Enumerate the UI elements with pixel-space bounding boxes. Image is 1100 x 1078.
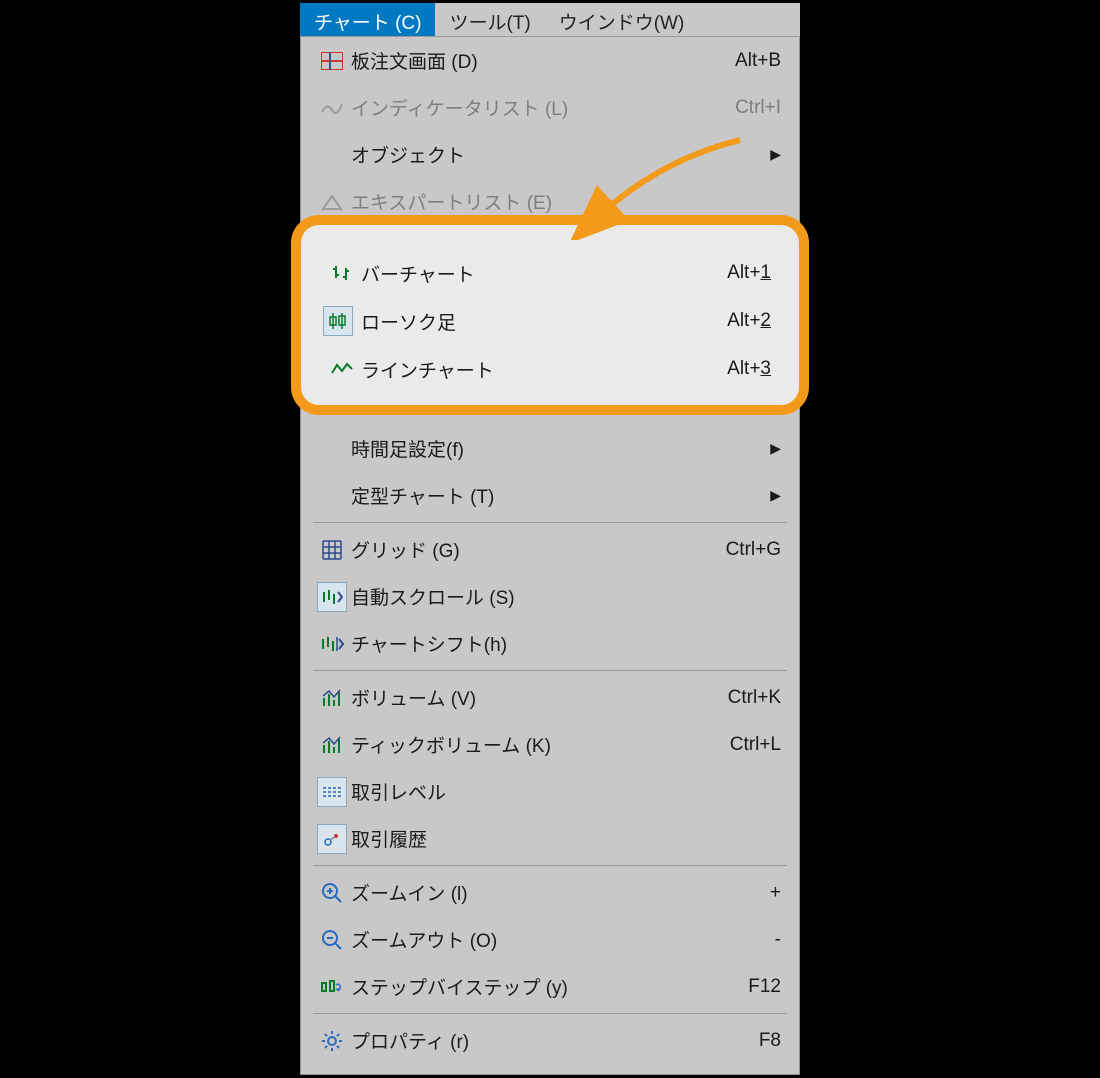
menu-tickvolume[interactable]: ティックボリューム (K) Ctrl+L xyxy=(301,721,799,768)
menu-label: グリッド (G) xyxy=(351,536,726,563)
menu-separator xyxy=(313,522,787,523)
menu-shortcut: - xyxy=(775,929,781,951)
menu-shortcut: Alt+2 xyxy=(727,310,771,332)
stepbystep-icon xyxy=(313,977,351,997)
menu-grid[interactable]: グリッド (G) Ctrl+G xyxy=(301,526,799,573)
chart-menu: 板注文画面 (D) Alt+B インディケータリスト (L) Ctrl+I オブ… xyxy=(300,37,800,1075)
indicator-icon xyxy=(313,100,351,116)
menu-zoomin[interactable]: ズームイン (l) + xyxy=(301,869,799,916)
menu-shortcut: Ctrl+G xyxy=(726,539,781,561)
menu-label: チャートシフト(h) xyxy=(351,630,781,657)
menu-shortcut: Alt+3 xyxy=(727,358,771,380)
menu-label: 取引履歴 xyxy=(351,825,781,852)
zoomout-icon xyxy=(313,929,351,951)
submenu-arrow-icon: ▶ xyxy=(770,487,781,504)
highlight-annotation: バーチャート Alt+1 ローソク足 Alt+2 ラインチャート Alt+3 xyxy=(291,215,809,415)
expert-icon xyxy=(313,193,351,211)
menu-shortcut: F8 xyxy=(759,1030,781,1052)
menu-label: 時間足設定(f) xyxy=(351,435,770,462)
menu-label: 板注文画面 (D) xyxy=(351,47,735,74)
menu-label: インディケータリスト (L) xyxy=(351,94,735,121)
menubar: チャート (C) ツール(T) ウインドウ(W) xyxy=(300,3,800,37)
gear-icon xyxy=(313,1030,351,1052)
chartshift-icon xyxy=(313,635,351,653)
menu-label: バーチャート xyxy=(361,260,727,287)
line-chart-icon xyxy=(323,361,361,377)
menu-zoomout[interactable]: ズームアウト (O) - xyxy=(301,916,799,963)
volume-icon xyxy=(313,688,351,708)
menu-tradehistory[interactable]: 取引履歴 xyxy=(301,815,799,862)
menu-board-order[interactable]: 板注文画面 (D) Alt+B xyxy=(301,37,799,84)
bar-chart-icon xyxy=(323,263,361,283)
menu-label: ズームアウト (O) xyxy=(351,926,775,953)
menu-indicator-list: インディケータリスト (L) Ctrl+I xyxy=(301,84,799,131)
menu-shortcut: Ctrl+K xyxy=(728,687,781,709)
menu-label: 定型チャート (T) xyxy=(351,482,770,509)
menu-timeframe[interactable]: 時間足設定(f) ▶ xyxy=(301,425,799,472)
menu-label: ステップバイステップ (y) xyxy=(351,973,748,1000)
menu-shortcut: Ctrl+I xyxy=(735,97,781,119)
menubar-window[interactable]: ウインドウ(W) xyxy=(545,3,699,36)
submenu-arrow-icon: ▶ xyxy=(770,440,781,457)
menu-label: ティックボリューム (K) xyxy=(351,731,730,758)
menu-label: ボリューム (V) xyxy=(351,684,728,711)
menu-bar-chart[interactable]: バーチャート Alt+1 xyxy=(311,249,789,297)
menu-label: オブジェクト xyxy=(351,141,770,168)
menu-line-chart[interactable]: ラインチャート Alt+3 xyxy=(311,345,789,393)
menu-shortcut: Alt+B xyxy=(735,50,781,72)
menu-candle[interactable]: ローソク足 Alt+2 xyxy=(311,297,789,345)
menubar-chart[interactable]: チャート (C) xyxy=(300,3,435,36)
menu-label: ローソク足 xyxy=(361,308,727,335)
menu-object[interactable]: オブジェクト ▶ xyxy=(301,131,799,178)
menu-stepbystep[interactable]: ステップバイステップ (y) F12 xyxy=(301,963,799,1010)
menu-shortcut: + xyxy=(770,882,781,904)
menubar-tool[interactable]: ツール(T) xyxy=(435,3,544,36)
grid-icon xyxy=(313,539,351,561)
tickvolume-icon xyxy=(313,735,351,755)
zoomin-icon xyxy=(313,882,351,904)
menu-chartshift[interactable]: チャートシフト(h) xyxy=(301,620,799,667)
menu-property[interactable]: プロパティ (r) F8 xyxy=(301,1017,799,1064)
menu-label: ラインチャート xyxy=(361,356,727,383)
autoscroll-icon xyxy=(313,582,351,612)
menu-shortcut: F12 xyxy=(748,976,781,998)
menu-separator xyxy=(313,1013,787,1014)
menu-label: プロパティ (r) xyxy=(351,1027,759,1054)
menu-shortcut: Ctrl+L xyxy=(730,734,781,756)
menu-label: ズームイン (l) xyxy=(351,879,770,906)
menu-separator xyxy=(313,865,787,866)
menu-volume[interactable]: ボリューム (V) Ctrl+K xyxy=(301,674,799,721)
menu-tradelevels[interactable]: 取引レベル xyxy=(301,768,799,815)
menu-label: エキスパートリスト (E) xyxy=(351,188,781,215)
menu-shortcut: Alt+1 xyxy=(727,262,771,284)
candle-icon xyxy=(323,306,353,336)
menu-label: 自動スクロール (S) xyxy=(351,583,781,610)
board-order-icon xyxy=(313,52,351,70)
menu-separator xyxy=(313,670,787,671)
tradelevels-icon xyxy=(313,777,351,807)
tradehistory-icon xyxy=(313,824,351,854)
menu-template[interactable]: 定型チャート (T) ▶ xyxy=(301,472,799,519)
menu-autoscroll[interactable]: 自動スクロール (S) xyxy=(301,573,799,620)
menu-label: 取引レベル xyxy=(351,778,781,805)
submenu-arrow-icon: ▶ xyxy=(770,146,781,163)
